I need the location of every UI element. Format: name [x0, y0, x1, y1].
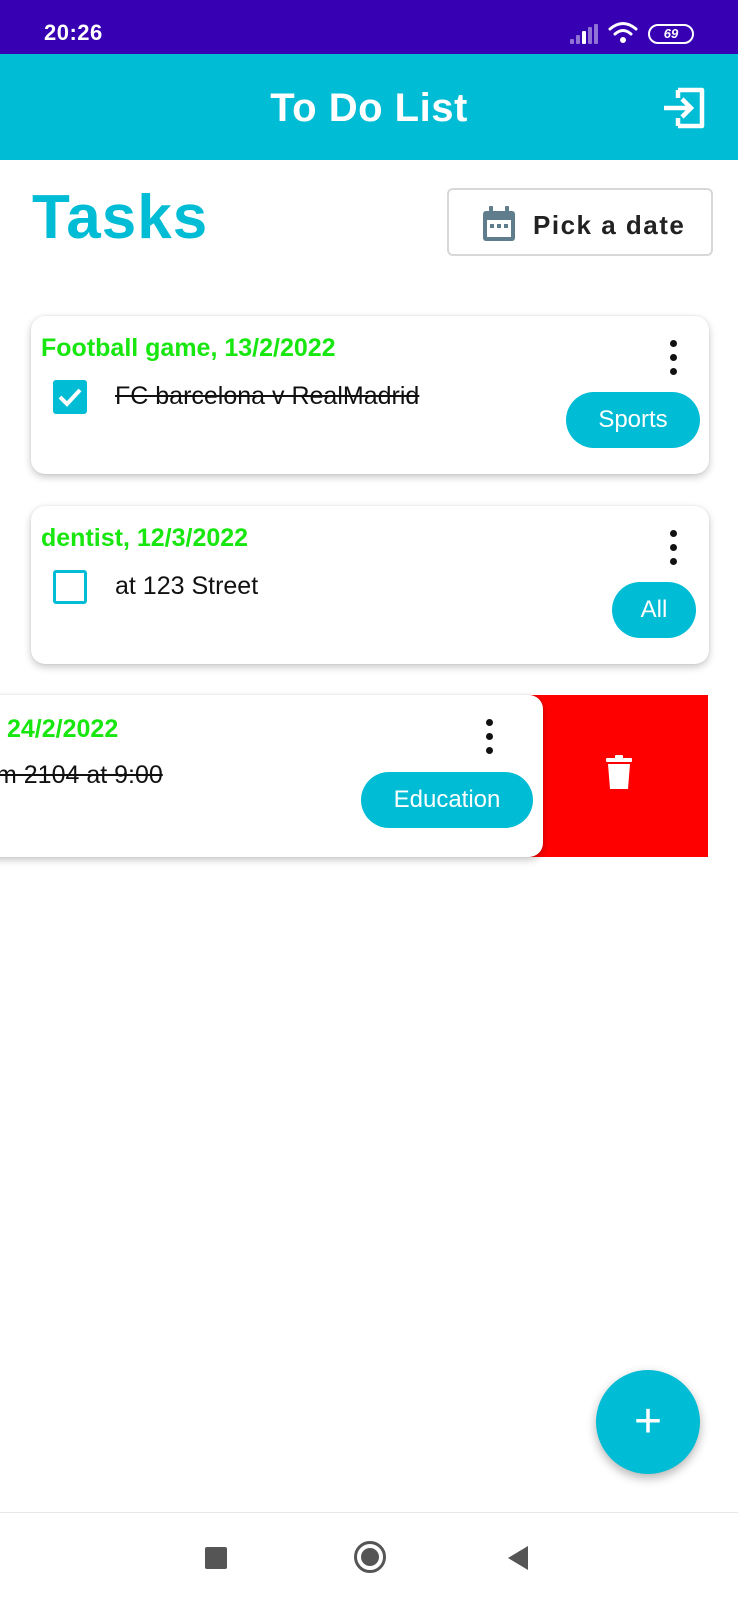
- task-card[interactable]: 24/2/2022 m 2104 at 9:00 Education: [0, 695, 543, 857]
- task-description: at 123 Street: [115, 572, 259, 600]
- pick-date-label: Pick a date: [533, 210, 686, 240]
- task-card[interactable]: dentist, 12/3/2022 at 123 Street All: [31, 506, 709, 664]
- wifi-icon: [608, 22, 638, 43]
- check-icon: [58, 388, 82, 407]
- task-description: m 2104 at 9:00: [0, 761, 163, 789]
- task-description: FC barcelona v RealMadrid: [115, 382, 420, 410]
- page-title: Tasks: [32, 183, 209, 252]
- more-options-icon[interactable]: [667, 340, 679, 376]
- category-chip[interactable]: All: [612, 582, 696, 638]
- more-options-icon[interactable]: [483, 719, 495, 755]
- task-checkbox[interactable]: [53, 570, 87, 604]
- status-bar: 20:26 69: [0, 0, 738, 54]
- system-nav-bar: [0, 1512, 738, 1600]
- add-task-button[interactable]: +: [596, 1370, 700, 1474]
- category-chip[interactable]: Education: [361, 772, 533, 828]
- delete-swipe-background[interactable]: [530, 695, 708, 857]
- recent-apps-icon[interactable]: [205, 1547, 227, 1569]
- task-title: Football game, 13/2/2022: [41, 334, 336, 362]
- calendar-icon: [483, 206, 515, 241]
- task-checkbox[interactable]: [53, 380, 87, 414]
- trash-icon: [606, 755, 632, 789]
- more-options-icon[interactable]: [667, 530, 679, 566]
- app-bar: To Do List: [0, 54, 738, 160]
- logout-icon[interactable]: [660, 84, 708, 132]
- battery-indicator: 69: [648, 24, 694, 44]
- status-time: 20:26: [44, 20, 103, 45]
- home-icon[interactable]: [354, 1541, 386, 1573]
- task-title: dentist, 12/3/2022: [41, 524, 249, 552]
- signal-icon: [570, 24, 600, 44]
- back-icon[interactable]: [508, 1546, 528, 1570]
- pick-date-button[interactable]: Pick a date: [447, 188, 713, 256]
- app-title: To Do List: [270, 86, 468, 130]
- category-chip[interactable]: Sports: [566, 392, 700, 448]
- task-title: 24/2/2022: [7, 715, 119, 743]
- task-card[interactable]: Football game, 13/2/2022 FC barcelona v …: [31, 316, 709, 474]
